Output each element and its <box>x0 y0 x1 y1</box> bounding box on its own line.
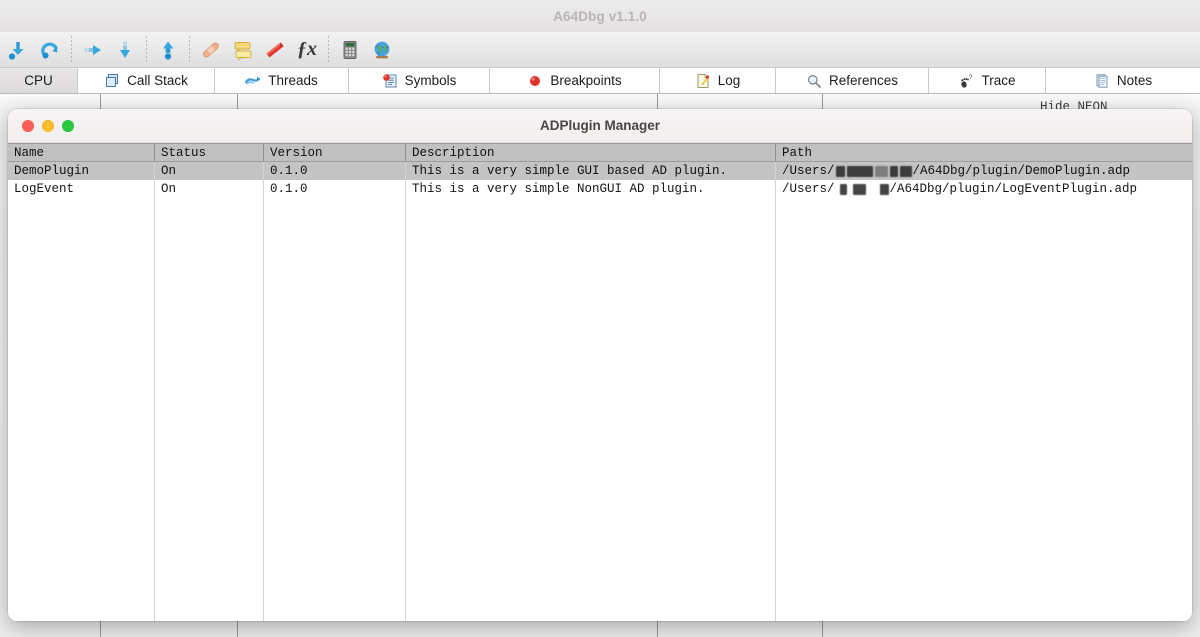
tab-breakpoints[interactable]: Breakpoints <box>490 68 660 93</box>
step-into-icon[interactable] <box>109 34 141 66</box>
tab-label: Trace <box>981 73 1016 88</box>
toolbar-separator <box>146 35 147 64</box>
path-prefix: /Users/ <box>782 164 835 178</box>
main-toolbar: ƒx <box>0 32 1200 68</box>
function-icon[interactable]: ƒx <box>291 34 323 66</box>
cell-name: LogEvent <box>8 180 155 198</box>
browser-icon[interactable] <box>366 34 398 66</box>
tab-trace[interactable]: ? Trace <box>929 68 1046 93</box>
cell-name: DemoPlugin <box>8 162 155 180</box>
bookmark-icon[interactable] <box>259 34 291 66</box>
tab-label: Breakpoints <box>550 73 622 88</box>
redacted-username <box>889 165 898 177</box>
window-title: A64Dbg v1.1.0 <box>553 8 647 24</box>
plugin-table: Name Status Version Description Path Dem… <box>8 143 1192 621</box>
table-empty-area <box>8 198 1192 621</box>
tab-label: Log <box>717 73 741 88</box>
run-icon[interactable] <box>2 34 34 66</box>
redacted-username <box>879 183 889 195</box>
redacted-username <box>899 165 912 177</box>
path-suffix: /A64Dbg/plugin/LogEventPlugin.adp <box>889 182 1138 196</box>
tab-label: CPU <box>24 73 53 88</box>
cell-version: 0.1.0 <box>264 162 406 180</box>
dialog-titlebar[interactable]: ADPlugin Manager <box>8 109 1192 143</box>
table-header-row: Name Status Version Description Path <box>8 143 1192 162</box>
empty-column-path <box>776 198 1192 621</box>
svg-text:?: ? <box>969 75 973 81</box>
patch-icon[interactable] <box>195 34 227 66</box>
app-window: A64Dbg v1.1.0 ƒx CPU Call Stack Threads … <box>0 0 1200 637</box>
redacted-username <box>839 183 847 195</box>
cell-description: This is a very simple NonGUI AD plugin. <box>406 180 776 198</box>
tab-cpu[interactable]: CPU <box>0 68 78 93</box>
maximize-button[interactable] <box>62 119 74 132</box>
cell-path: /Users/ /A64Dbg/plugin/DemoPlugin.adp <box>776 162 1192 180</box>
redacted-username <box>835 165 845 177</box>
main-tabbar: CPU Call Stack Threads Symbols Breakpoin… <box>0 68 1200 94</box>
step-over-icon[interactable] <box>77 34 109 66</box>
tab-log[interactable]: Log <box>660 68 776 93</box>
dialog-title: ADPlugin Manager <box>539 118 660 133</box>
notes-icon <box>1094 73 1110 89</box>
column-header-version[interactable]: Version <box>264 144 406 161</box>
empty-column-description <box>406 198 776 621</box>
redacted-username <box>852 183 866 195</box>
toolbar-separator <box>71 35 72 64</box>
cell-path: /Users/ /A64Dbg/plugin/LogEventPlugin.ad… <box>776 180 1192 198</box>
symbols-icon <box>382 73 398 89</box>
breakpoints-icon <box>527 73 543 89</box>
column-header-name[interactable]: Name <box>8 144 155 161</box>
function-glyph: ƒx <box>297 38 317 60</box>
tab-label: Notes <box>1116 73 1153 88</box>
step-out-icon[interactable] <box>152 34 184 66</box>
column-header-status[interactable]: Status <box>155 144 264 161</box>
table-row[interactable]: DemoPlugin On 0.1.0 This is a very simpl… <box>8 162 1192 180</box>
adplugin-manager-dialog: ADPlugin Manager Name Status Version Des… <box>8 109 1192 621</box>
cell-version: 0.1.0 <box>264 180 406 198</box>
cell-description: This is a very simple GUI based AD plugi… <box>406 162 776 180</box>
tab-notes[interactable]: Notes <box>1046 68 1200 93</box>
trace-icon: ? <box>958 73 974 89</box>
path-suffix: /A64Dbg/plugin/DemoPlugin.adp <box>912 164 1131 178</box>
tab-symbols[interactable]: Symbols <box>349 68 490 93</box>
toolbar-separator <box>328 35 329 64</box>
empty-column-name <box>8 198 155 621</box>
tab-threads[interactable]: Threads <box>215 68 349 93</box>
tab-label: Symbols <box>404 73 457 88</box>
window-titlebar: A64Dbg v1.1.0 <box>0 0 1200 33</box>
close-button[interactable] <box>22 119 34 132</box>
tab-call-stack[interactable]: Call Stack <box>78 68 215 93</box>
call-stack-icon <box>104 73 120 89</box>
toolbar-separator <box>189 35 190 64</box>
empty-column-version <box>264 198 406 621</box>
restart-icon[interactable] <box>34 34 66 66</box>
log-icon <box>695 73 711 89</box>
redacted-username <box>846 165 873 177</box>
tab-label: References <box>828 73 899 88</box>
column-header-description[interactable]: Description <box>406 144 776 161</box>
tab-label: Threads <box>268 73 318 88</box>
table-row[interactable]: LogEvent On 0.1.0 This is a very simple … <box>8 180 1192 198</box>
cell-status: On <box>155 180 264 198</box>
empty-column-status <box>155 198 264 621</box>
table-body: DemoPlugin On 0.1.0 This is a very simpl… <box>8 162 1192 621</box>
redacted-username <box>874 165 888 177</box>
threads-icon <box>245 73 261 89</box>
comment-icon[interactable] <box>227 34 259 66</box>
tab-label: Call Stack <box>127 73 188 88</box>
references-icon <box>806 73 822 89</box>
calculator-icon[interactable] <box>334 34 366 66</box>
minimize-button[interactable] <box>42 119 54 132</box>
window-controls <box>22 119 74 132</box>
tab-references[interactable]: References <box>776 68 929 93</box>
cell-status: On <box>155 162 264 180</box>
column-header-path[interactable]: Path <box>776 144 1192 161</box>
path-prefix: /Users/ <box>782 182 835 196</box>
